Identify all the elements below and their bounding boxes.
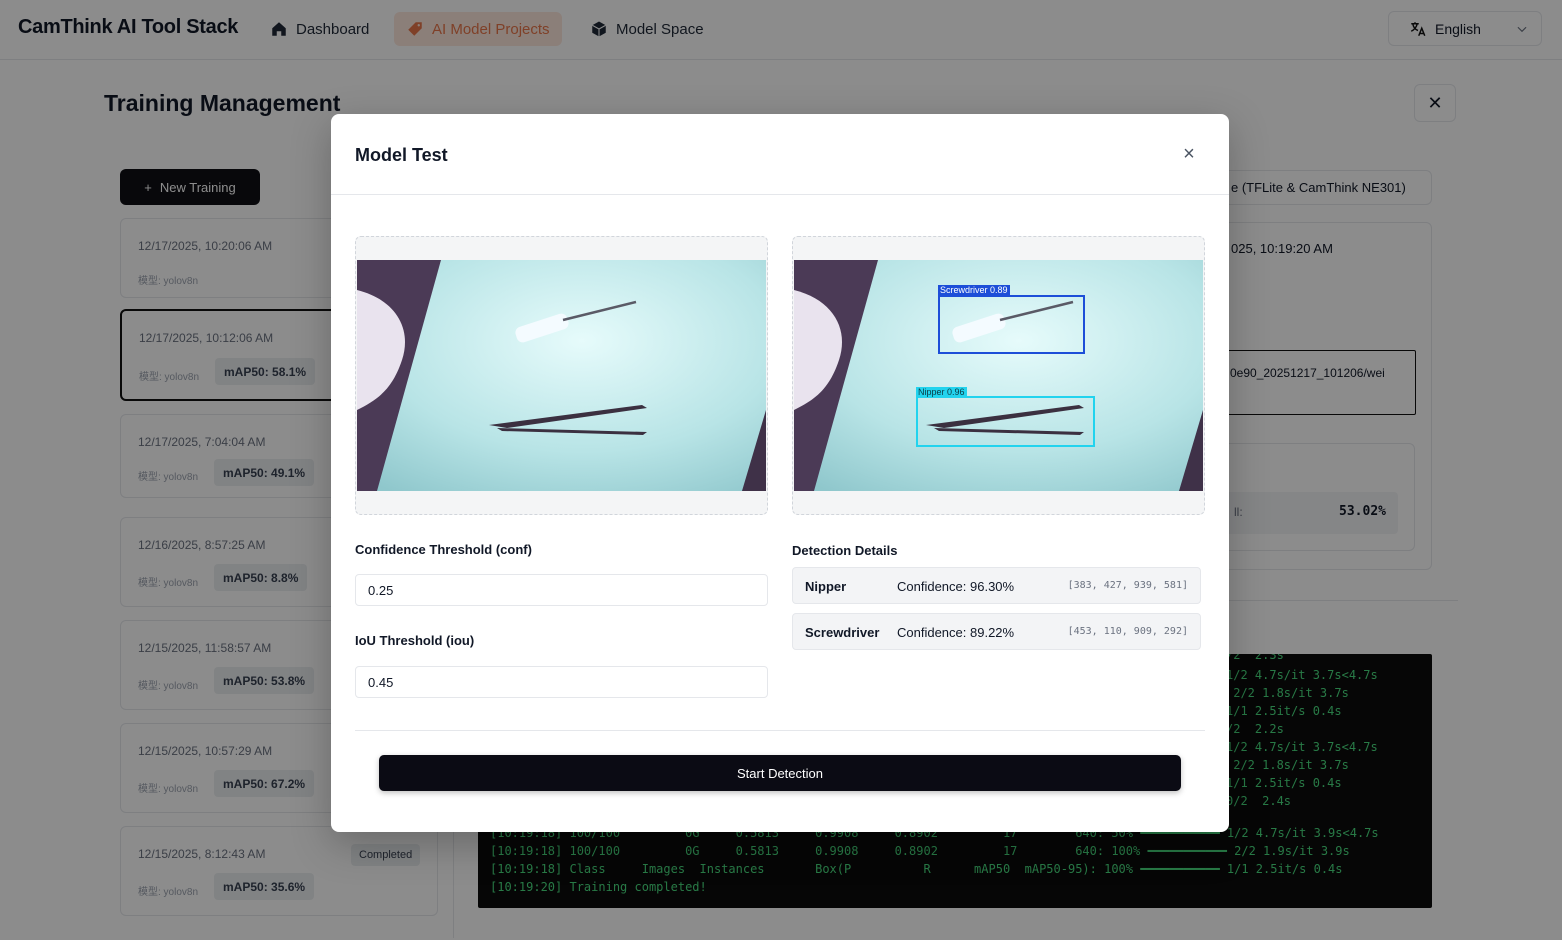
conf-threshold-input[interactable] [355,574,768,606]
detection-row: Nipper Confidence: 96.30% [383, 427, 939… [792,567,1201,604]
modal-footer-divider [355,730,1205,731]
detection-details-title: Detection Details [792,543,898,558]
start-detection-button[interactable]: Start Detection [379,755,1181,791]
input-image-dropzone[interactable] [355,236,768,515]
detection-confidence: Confidence: 96.30% [897,579,1015,594]
modal-title: Model Test [355,145,448,165]
result-image: Screwdriver 0.89 Nipper 0.96 [794,260,1203,491]
conf-threshold-label: Confidence Threshold (conf) [355,542,532,557]
detection-confidence: Confidence: 89.22% [897,625,1015,640]
detection-bbox: [383, 427, 939, 581] [1067,580,1188,591]
iou-threshold-input[interactable] [355,666,768,698]
result-image-panel: Screwdriver 0.89 Nipper 0.96 [792,236,1205,515]
detection-bbox: [453, 110, 909, 292] [1067,626,1188,637]
close-icon[interactable]: × [1179,144,1199,164]
iou-threshold-label: IoU Threshold (iou) [355,633,475,648]
detection-row: Screwdriver Confidence: 89.22% [453, 110… [792,613,1201,650]
modal-header-divider [331,194,1229,195]
input-image [357,260,766,491]
nipper-detection-label: Nipper 0.96 [916,387,967,397]
screwdriver-detection-label: Screwdriver 0.89 [938,285,1010,295]
detection-class: Screwdriver [805,625,880,640]
screwdriver-bounding-box [938,295,1085,354]
nipper-bounding-box [916,396,1095,447]
model-test-dialog: Model Test × Screwdriver 0.89 Nipper 0.9… [331,114,1229,832]
detection-class: Nipper [805,579,847,594]
